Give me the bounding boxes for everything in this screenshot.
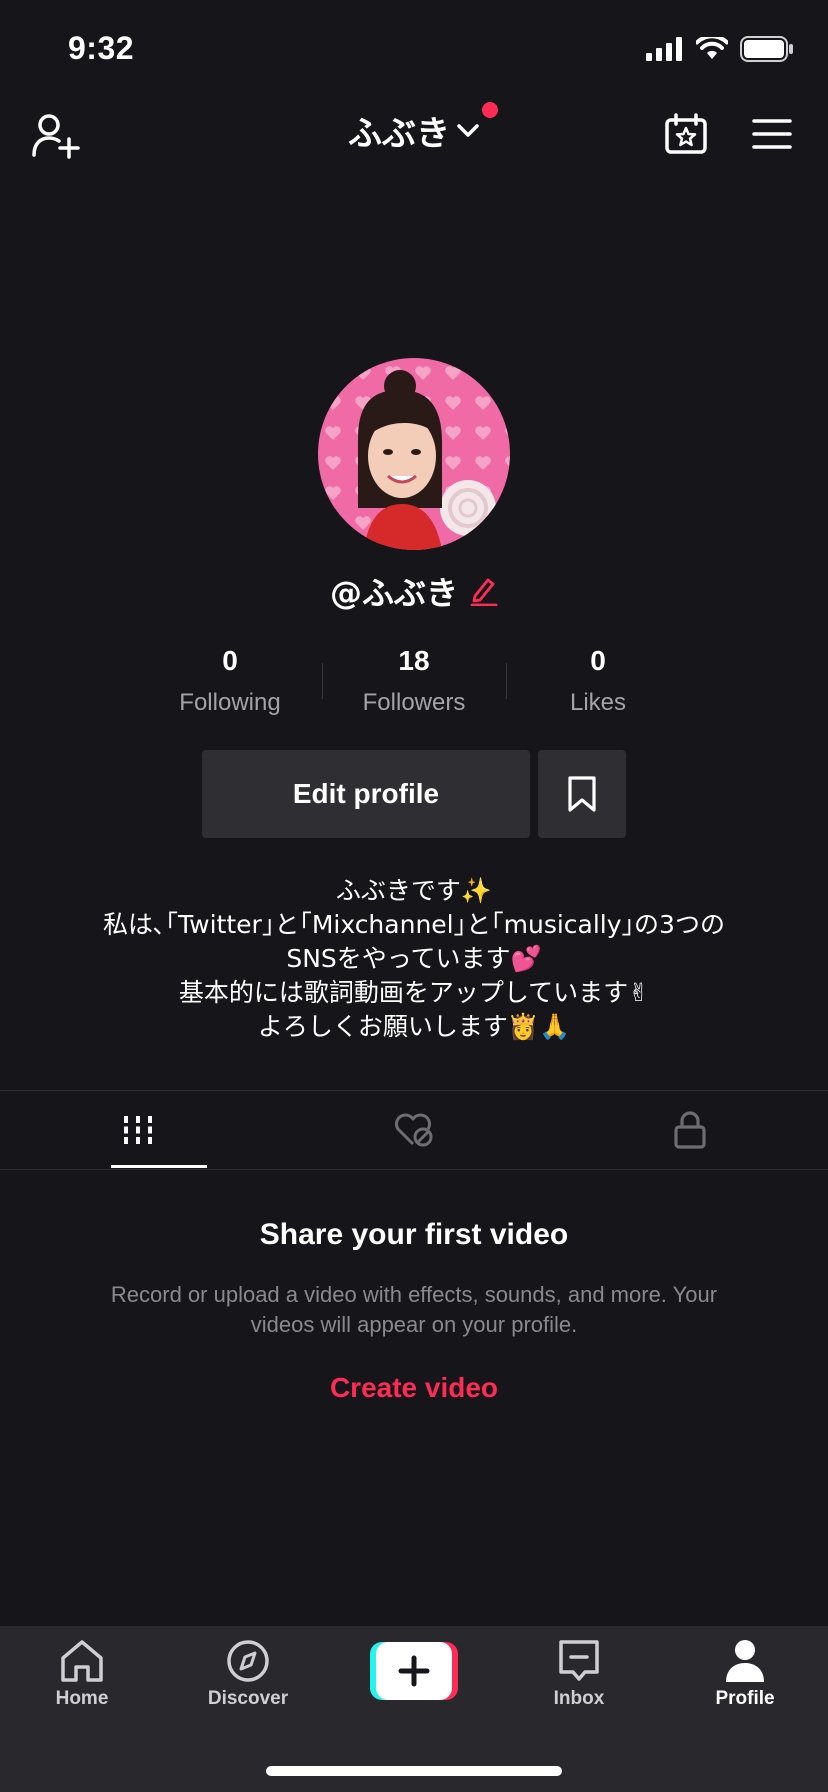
compass-icon [227, 1640, 269, 1682]
nav-inbox[interactable]: Inbox [519, 1638, 639, 1710]
bio-line: 私は､｢Twitter｣と｢Mixchannel｣と｢musically｣の3つ… [103, 910, 725, 939]
stat-likes[interactable]: 0 Likes [506, 645, 690, 717]
profile-bio: ふぶきです✨ 私は､｢Twitter｣と｢Mixchannel｣と｢musica… [40, 874, 788, 1044]
tab-liked[interactable] [276, 1091, 552, 1169]
edit-profile-button[interactable]: Edit profile [202, 750, 530, 838]
nav-label: Inbox [553, 1688, 605, 1709]
battery-icon [740, 36, 793, 62]
top-nav: ふぶき [0, 100, 828, 180]
avatar-photo [318, 358, 510, 550]
bio-line: 基本的には歌詞動画をアップしています✌ [178, 978, 650, 1007]
content-tabs [0, 1091, 828, 1169]
nav-profile[interactable]: Profile [685, 1638, 805, 1710]
bio-line: よろしくお願いします👸🙏 [257, 1012, 571, 1041]
profile-stats: 0 Following 18 Followers 0 Likes [138, 645, 690, 717]
nav-home[interactable]: Home [22, 1638, 142, 1710]
menu-button[interactable] [748, 110, 796, 158]
nav-discover[interactable]: Discover [188, 1638, 308, 1710]
calendar-star-icon [665, 113, 707, 154]
stat-followers[interactable]: 18 Followers [322, 645, 506, 717]
lock-icon [674, 1111, 706, 1149]
favorites-button[interactable] [538, 750, 626, 838]
stat-label: Likes [569, 689, 627, 716]
profile-handle: @ふぶき [329, 574, 458, 612]
create-button[interactable] [370, 1642, 458, 1700]
stat-label: Following [179, 689, 281, 716]
bio-line: ふぶきです✨ [335, 876, 493, 905]
create-video-link[interactable]: Create video [0, 1372, 828, 1404]
stat-count: 0 [222, 645, 238, 676]
home-indicator [266, 1766, 562, 1776]
active-tab-indicator [111, 1165, 207, 1168]
chevron-down-icon [457, 123, 479, 137]
stat-label: Followers [362, 689, 466, 716]
handle-row: @ふぶき [0, 568, 828, 614]
liked-hidden-icon [395, 1113, 433, 1147]
tab-videos[interactable] [0, 1091, 276, 1169]
hamburger-menu-icon [752, 119, 792, 149]
edit-pencil-icon[interactable] [470, 576, 498, 606]
nav-label: Profile [715, 1688, 775, 1709]
inbox-icon [559, 1640, 599, 1681]
plus-icon [370, 1642, 458, 1700]
empty-state-description: Record or upload a video with effects, s… [110, 1282, 718, 1337]
grid-icon [124, 1116, 152, 1144]
nav-label: Discover [207, 1688, 289, 1709]
empty-state-title: Share your first video [259, 1218, 569, 1251]
notification-dot [482, 102, 498, 118]
bio-line: SNSをやっています💕 [286, 944, 542, 973]
profile-avatar[interactable] [318, 358, 510, 550]
tab-private[interactable] [552, 1091, 828, 1169]
nav-label: Home [55, 1688, 109, 1709]
wifi-icon [696, 37, 728, 59]
stat-following[interactable]: 0 Following [138, 645, 322, 717]
bottom-nav: Home Discover Inbox Profile [0, 1626, 828, 1792]
account-name: ふぶき [348, 114, 450, 154]
status-bar: 9:32 [0, 0, 828, 100]
divider [0, 1169, 828, 1170]
person-icon [726, 1640, 764, 1682]
status-time: 9:32 [68, 30, 135, 66]
bookmark-icon [568, 776, 596, 812]
stat-count: 0 [590, 645, 606, 676]
signal-icon [646, 37, 682, 61]
calendar-button[interactable] [660, 108, 712, 160]
stat-count: 18 [398, 645, 430, 676]
home-icon [61, 1640, 103, 1682]
status-icons [646, 36, 794, 62]
